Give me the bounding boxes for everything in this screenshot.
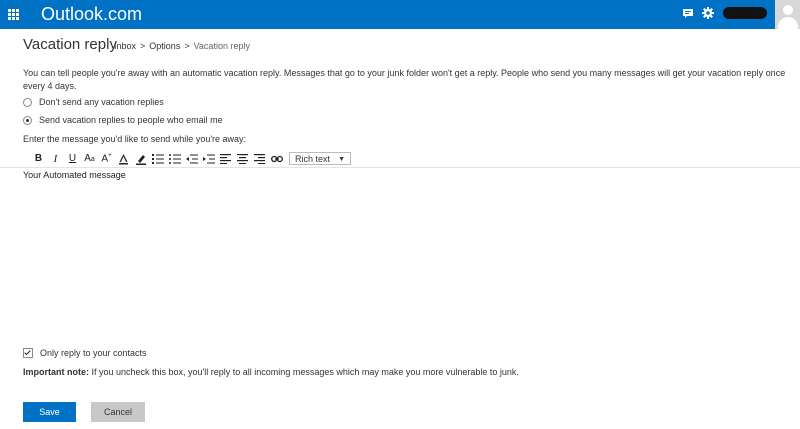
message-editor[interactable]: Your Automated message <box>23 168 793 340</box>
top-bar: Outlook.com <box>0 0 800 29</box>
breadcrumb-current: Vacation reply <box>193 41 250 51</box>
breadcrumb-inbox[interactable]: Inbox <box>114 41 136 51</box>
numbered-list-icon[interactable] <box>149 151 166 166</box>
breadcrumb-options[interactable]: Options <box>149 41 180 51</box>
align-left-icon[interactable] <box>217 151 234 166</box>
link-icon[interactable] <box>268 151 285 166</box>
important-note-text: If you uncheck this box, you'll reply to… <box>89 367 519 377</box>
increase-indent-icon[interactable] <box>200 151 217 166</box>
highlight-icon[interactable] <box>132 151 149 166</box>
align-right-icon[interactable] <box>251 151 268 166</box>
breadcrumb-separator: > <box>140 41 146 51</box>
message-content: Your Automated message <box>23 170 126 180</box>
important-note: Important note: If you uncheck this box,… <box>23 367 519 377</box>
chat-icon[interactable] <box>681 6 697 22</box>
important-note-label: Important note: <box>23 367 89 377</box>
bullet-list-icon[interactable] <box>166 151 183 166</box>
contacts-only-checkbox[interactable] <box>23 348 33 358</box>
avatar[interactable] <box>775 0 800 29</box>
page-title: Vacation reply <box>23 36 117 53</box>
cancel-button[interactable]: Cancel <box>91 402 145 422</box>
contacts-only-label: Only reply to your contacts <box>40 348 147 358</box>
format-select[interactable]: Rich text ▼ <box>289 152 351 165</box>
breadcrumb: Inbox > Options > Vacation reply <box>114 41 250 51</box>
radio-button-selected[interactable] <box>23 115 32 125</box>
bold-icon[interactable]: B <box>30 151 47 166</box>
radio-send-replies[interactable]: Send vacation replies to people who emai… <box>23 115 223 125</box>
italic-icon[interactable]: I <box>47 151 64 166</box>
editor-prompt: Enter the message you'd like to send whi… <box>23 134 247 144</box>
user-name[interactable] <box>723 7 767 19</box>
format-toolbar: B I U Aa A+ Rich text ▼ <box>30 151 351 166</box>
font-size-icon[interactable]: Aa <box>81 151 98 166</box>
description-text: You can tell people you're away with an … <box>23 68 786 91</box>
format-select-value: Rich text <box>295 154 331 164</box>
save-button[interactable]: Save <box>23 402 76 422</box>
radio-label: Send vacation replies to people who emai… <box>39 115 223 125</box>
radio-label: Don't send any vacation replies <box>39 97 164 107</box>
contacts-only-option[interactable]: Only reply to your contacts <box>23 348 147 358</box>
radio-dont-send[interactable]: Don't send any vacation replies <box>23 97 164 107</box>
brand-logo[interactable]: Outlook.com <box>41 4 142 25</box>
underline-icon[interactable]: U <box>64 151 81 166</box>
gear-icon[interactable] <box>701 6 717 22</box>
font-color-icon[interactable] <box>115 151 132 166</box>
chevron-down-icon: ▼ <box>338 156 345 163</box>
align-center-icon[interactable] <box>234 151 251 166</box>
decrease-indent-icon[interactable] <box>183 151 200 166</box>
font-grow-icon[interactable]: A+ <box>98 151 115 166</box>
breadcrumb-separator: > <box>184 41 190 51</box>
waffle-icon[interactable] <box>8 9 19 20</box>
radio-button[interactable] <box>23 97 32 107</box>
